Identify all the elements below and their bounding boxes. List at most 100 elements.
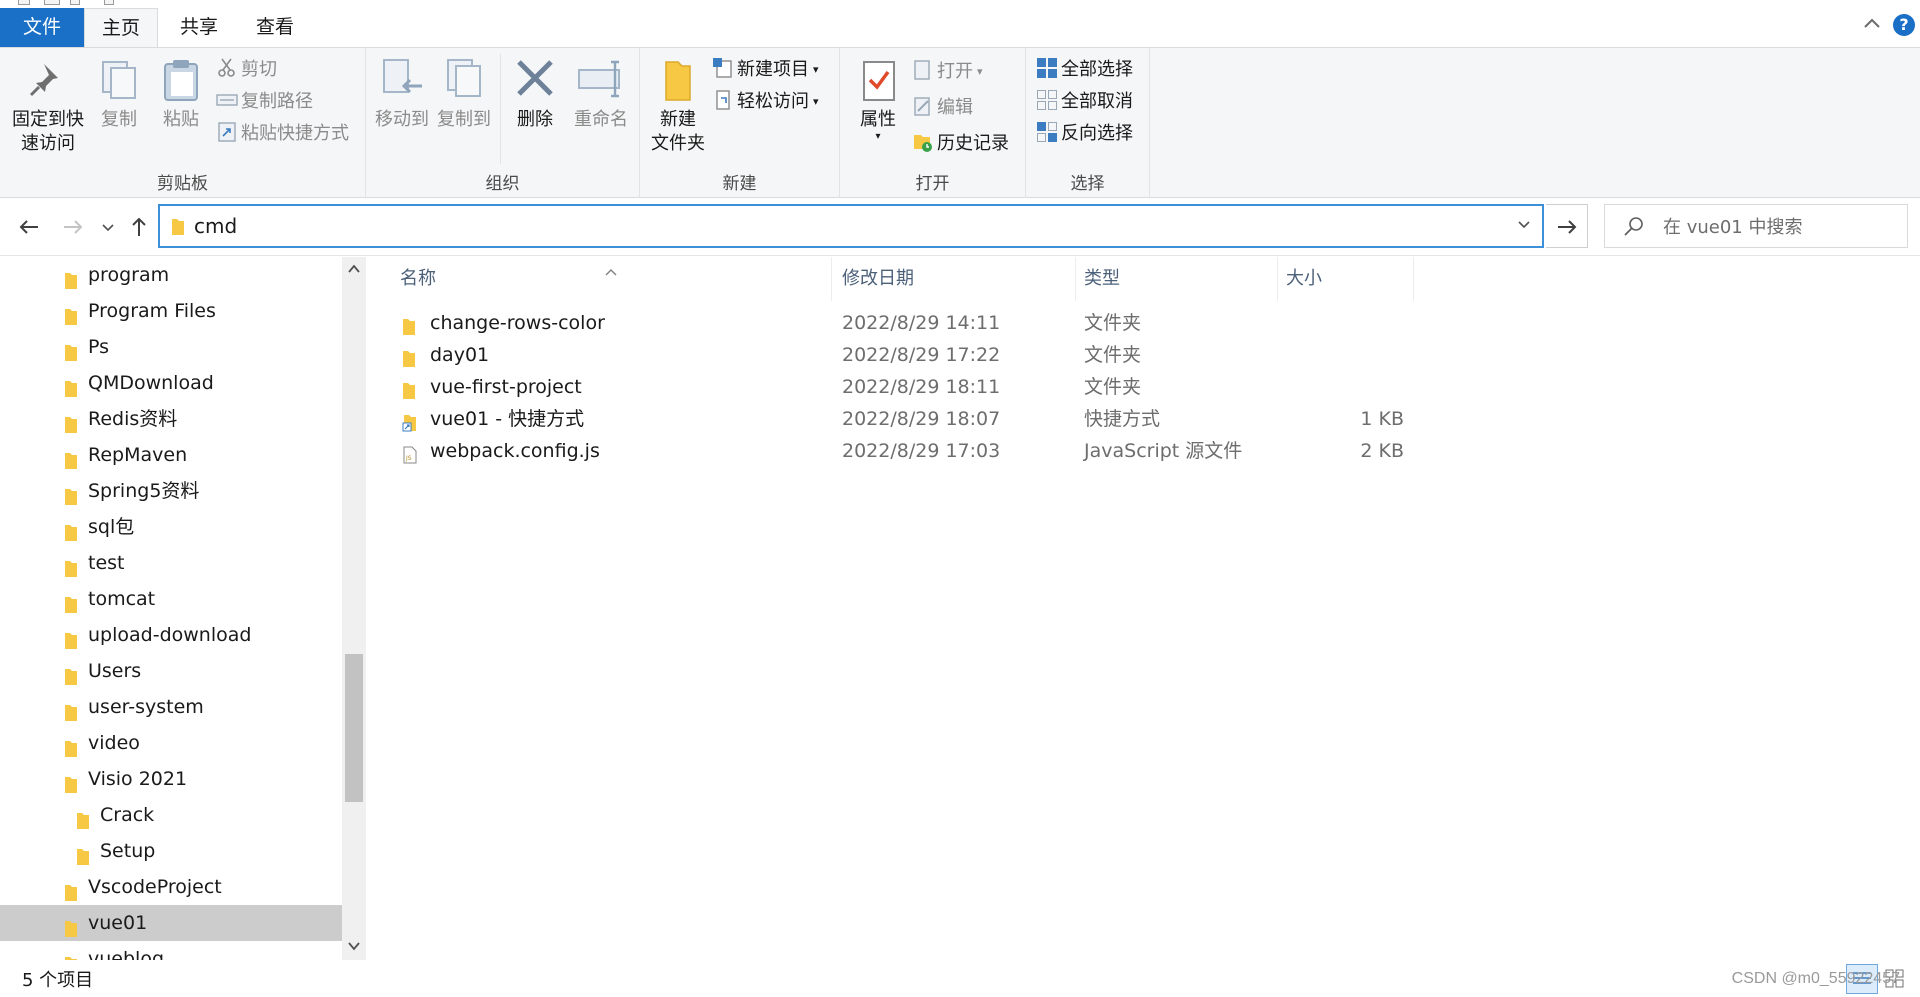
edit-button[interactable]: 编辑: [912, 94, 973, 122]
collapse-ribbon-icon[interactable]: [1862, 14, 1882, 34]
file-row[interactable]: change-rows-color 2022/8/29 14:11 文件夹: [366, 307, 1920, 339]
tree-item-label: QMDownload: [88, 372, 214, 394]
scroll-up-icon[interactable]: [342, 259, 366, 281]
copy-button[interactable]: 复制: [94, 56, 144, 132]
ribbon: 固定到快 速访问 复制 粘贴 剪切 复制路径 粘贴快捷方式 剪贴板 移动到 复制…: [0, 47, 1920, 198]
copy-to-button[interactable]: 复制到: [434, 56, 494, 132]
forward-arrow-icon[interactable]: [60, 214, 86, 240]
help-icon[interactable]: ?: [1893, 14, 1915, 36]
select-none-button[interactable]: 全部取消: [1036, 88, 1133, 116]
file-type: 文件夹: [1084, 312, 1142, 334]
address-input[interactable]: [194, 212, 1494, 240]
select-group: 全部选择 全部取消 反向选择 选择: [1026, 48, 1150, 198]
file-row[interactable]: vue-first-project 2022/8/29 18:11 文件夹: [366, 371, 1920, 403]
tree-item[interactable]: Redis资料: [0, 401, 342, 437]
select-all-button[interactable]: 全部选择: [1036, 56, 1133, 84]
tree-item[interactable]: program: [0, 257, 342, 293]
search-box[interactable]: [1604, 204, 1908, 248]
open-button[interactable]: 打开 ▾: [912, 58, 983, 86]
column-header-size[interactable]: 大小: [1278, 257, 1414, 301]
tree-item[interactable]: Users: [0, 653, 342, 689]
rename-button[interactable]: 重命名: [568, 56, 634, 132]
tree-item[interactable]: Spring5资料: [0, 473, 342, 509]
copy-path-button[interactable]: 复制路径: [216, 88, 313, 116]
tab-share[interactable]: 共享: [165, 8, 233, 47]
tab-file[interactable]: 文件: [0, 8, 84, 47]
column-header-type[interactable]: 类型: [1076, 257, 1278, 301]
cut-button[interactable]: 剪切: [216, 56, 277, 84]
tree-item[interactable]: test: [0, 545, 342, 581]
history-button[interactable]: 历史记录: [912, 130, 1009, 158]
pin-to-quick-access-button[interactable]: 固定到快 速访问: [6, 56, 90, 156]
tree-item[interactable]: sql包: [0, 509, 342, 545]
tree-item[interactable]: VscodeProject: [0, 869, 342, 905]
js-file-icon: JS: [402, 442, 418, 474]
tree-item[interactable]: Program Files: [0, 293, 342, 329]
copy-to-label: 复制到: [437, 109, 491, 130]
search-icon: [1623, 215, 1645, 237]
go-arrow-icon[interactable]: [1546, 204, 1588, 248]
address-history-chevron-icon[interactable]: [1516, 216, 1532, 236]
chevron-down-icon: ▾: [875, 131, 881, 142]
file-list: 名称 修改日期 类型 大小 change-rows-color 2022/8/29…: [366, 257, 1920, 960]
tree-item[interactable]: upload-download: [0, 617, 342, 653]
paste-shortcut-button[interactable]: 粘贴快捷方式: [216, 120, 349, 148]
open-label: 打开: [937, 61, 973, 82]
delete-button[interactable]: 删除: [508, 56, 562, 132]
new-folder-button[interactable]: 新建 文件夹: [646, 56, 710, 156]
properties-button[interactable]: 属性 ▾: [850, 56, 906, 142]
tree-item[interactable]: RepMaven: [0, 437, 342, 473]
tree-item[interactable]: Ps: [0, 329, 342, 365]
recent-locations-chevron-icon[interactable]: [98, 214, 118, 240]
chevron-down-icon: ▾: [813, 63, 819, 76]
tab-view[interactable]: 查看: [241, 8, 309, 47]
column-header-date[interactable]: 修改日期: [832, 257, 1076, 301]
tree-item[interactable]: Setup: [0, 833, 342, 869]
search-input[interactable]: [1663, 213, 1899, 241]
file-row[interactable]: day01 2022/8/29 17:22 文件夹: [366, 339, 1920, 371]
tree-item[interactable]: Crack: [0, 797, 342, 833]
tree-item[interactable]: Visio 2021: [0, 761, 342, 797]
tree-item[interactable]: user-system: [0, 689, 342, 725]
up-arrow-icon[interactable]: [126, 214, 152, 240]
ribbon-tab-strip: 文件 主页 共享 查看 ?: [0, 0, 1920, 48]
tree-item[interactable]: vue01: [0, 905, 342, 941]
tree-item[interactable]: video: [0, 725, 342, 761]
column-size-label: 大小: [1286, 268, 1322, 289]
file-row[interactable]: JS webpack.config.js 2022/8/29 17:03 JavaSc…: [366, 435, 1920, 467]
scroll-down-icon[interactable]: [342, 936, 366, 958]
navigation-bar: [0, 198, 1920, 256]
copy-path-icon: [216, 89, 238, 111]
file-type: 快捷方式: [1084, 408, 1161, 430]
invert-selection-button[interactable]: 反向选择: [1036, 120, 1133, 148]
address-bar[interactable]: [158, 204, 1544, 248]
navigation-pane-scrollbar[interactable]: [342, 257, 366, 960]
tree-item-label: program: [88, 264, 170, 286]
move-to-button[interactable]: 移动到: [372, 56, 432, 132]
easy-access-button[interactable]: 轻松访问 ▾: [712, 88, 819, 116]
file-name: change-rows-color: [430, 312, 605, 334]
back-arrow-icon[interactable]: [16, 214, 42, 240]
tree-item[interactable]: QMDownload: [0, 365, 342, 401]
scissors-icon: [216, 57, 238, 79]
file-type: 文件夹: [1084, 376, 1142, 398]
file-row[interactable]: vue01 - 快捷方式 2022/8/29 18:07 快捷方式 1 KB: [366, 403, 1920, 435]
file-date: 2022/8/29 14:11: [842, 312, 1001, 334]
organize-group-label: 组织: [485, 174, 520, 194]
new-item-button[interactable]: 新建项目 ▾: [712, 56, 819, 84]
tree-item[interactable]: tomcat: [0, 581, 342, 617]
scroll-thumb[interactable]: [345, 654, 363, 802]
tree-item-label: RepMaven: [88, 444, 188, 466]
select-group-label: 选择: [1070, 174, 1105, 194]
easy-access-label: 轻松访问: [737, 91, 809, 112]
tree-item-label: Spring5资料: [88, 480, 200, 502]
tree-item[interactable]: vueblog: [0, 941, 342, 960]
quick-access-toolbar[interactable]: [0, 0, 160, 6]
select-all-label: 全部选择: [1061, 59, 1133, 80]
paste-button[interactable]: 粘贴: [156, 56, 206, 132]
column-header-name[interactable]: 名称: [366, 257, 832, 301]
tree-item-label: vue01: [88, 912, 148, 934]
chevron-down-icon: ▾: [813, 95, 819, 108]
invert-selection-label: 反向选择: [1061, 123, 1133, 144]
tab-home[interactable]: 主页: [84, 8, 158, 48]
